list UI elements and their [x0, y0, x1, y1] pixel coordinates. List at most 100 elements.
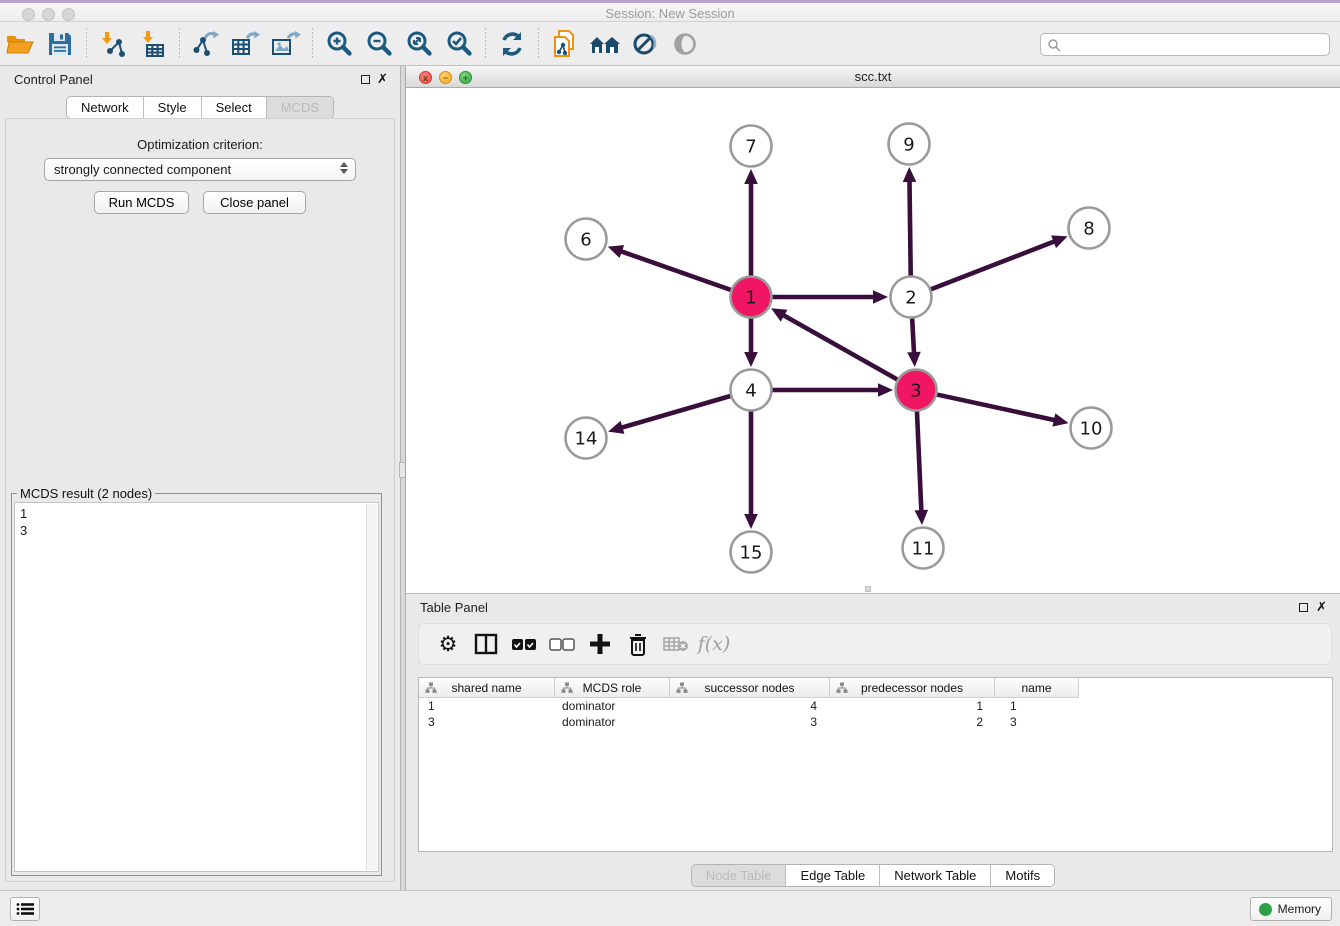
- zoom-selected-button[interactable]: [439, 25, 479, 63]
- network-window-titlebar[interactable]: x − + scc.txt: [406, 66, 1340, 88]
- table-row[interactable]: 1dominator411: [419, 698, 1332, 714]
- search-input[interactable]: [1065, 35, 1329, 54]
- close-table-panel-icon[interactable]: ✗: [1316, 599, 1327, 615]
- zoom-in-button[interactable]: [319, 25, 359, 63]
- select-all-button[interactable]: [505, 629, 543, 659]
- table-settings-button[interactable]: ⚙: [429, 629, 467, 659]
- zoom-fit-icon: [405, 30, 433, 58]
- close-panel-button[interactable]: Close panel: [203, 191, 306, 214]
- status-bar: Memory: [0, 890, 1340, 926]
- table-cell[interactable]: 1: [830, 698, 995, 714]
- list-icon: [16, 902, 34, 916]
- zoom-out-icon: [365, 30, 393, 58]
- toggle-graphics-details-button[interactable]: [625, 25, 665, 63]
- graph-node-label: 6: [580, 229, 591, 250]
- network-view-window: x − + scc.txt 7968124314101511: [405, 66, 1340, 593]
- home-button[interactable]: [585, 25, 625, 63]
- graph-node-label: 7: [745, 136, 756, 157]
- delete-table-button[interactable]: [657, 629, 695, 659]
- graph-arrowhead: [744, 352, 758, 367]
- export-network-button[interactable]: [186, 25, 226, 63]
- graph-arrowhead: [1051, 235, 1067, 248]
- column-header-predecessor-nodes[interactable]: predecessor nodes: [830, 678, 995, 698]
- toolbar-separator: [312, 28, 313, 60]
- column-label: MCDS role: [583, 681, 642, 695]
- export-table-button[interactable]: [226, 25, 266, 63]
- tab-network[interactable]: Network: [67, 97, 144, 118]
- table-cell[interactable]: 3: [419, 714, 555, 730]
- import-table-button[interactable]: [133, 25, 173, 63]
- save-icon: [47, 31, 73, 57]
- show-hide-panel-button[interactable]: [665, 25, 705, 63]
- table-cell[interactable]: 1: [995, 698, 1079, 714]
- hierarchy-icon: [425, 682, 437, 694]
- graph-arrowhead: [608, 245, 624, 258]
- delete-column-button[interactable]: [619, 629, 657, 659]
- deselect-all-button[interactable]: [543, 629, 581, 659]
- checked-boxes-icon: [511, 638, 537, 651]
- save-session-button[interactable]: [40, 25, 80, 63]
- import-network-button[interactable]: [93, 25, 133, 63]
- graph-node-label: 15: [740, 542, 763, 563]
- table-row[interactable]: 3dominator323: [419, 714, 1332, 730]
- table-cell[interactable]: 1: [419, 698, 555, 714]
- column-label: shared name: [451, 681, 521, 695]
- zoom-fit-button[interactable]: [399, 25, 439, 63]
- graph-edge-2-8[interactable]: [931, 241, 1055, 289]
- graph-edge-3-1[interactable]: [782, 315, 897, 380]
- export-image-button[interactable]: [266, 25, 306, 63]
- network-graph[interactable]: 7968124314101511: [406, 88, 1340, 591]
- graph-edge-3-10[interactable]: [937, 395, 1056, 421]
- table-cell[interactable]: dominator: [555, 698, 670, 714]
- table-cell[interactable]: 4: [670, 698, 830, 714]
- column-header-MCDS-role[interactable]: MCDS role: [555, 678, 670, 698]
- graph-edge-4-14[interactable]: [621, 396, 731, 428]
- run-mcds-button[interactable]: Run MCDS: [94, 191, 189, 214]
- table-toolbar: ⚙: [418, 623, 1332, 665]
- graph-edge-2-3[interactable]: [912, 318, 914, 354]
- function-builder-button[interactable]: f(x): [695, 629, 733, 659]
- plus-icon: [589, 633, 611, 655]
- optimization-criterion-dropdown[interactable]: strongly connected component: [44, 158, 356, 181]
- column-header-successor-nodes[interactable]: successor nodes: [670, 678, 830, 698]
- tab-edge-table[interactable]: Edge Table: [786, 865, 880, 886]
- column-header-name[interactable]: name: [995, 678, 1079, 698]
- apply-layout-button[interactable]: [492, 25, 532, 63]
- split-columns-button[interactable]: [467, 629, 505, 659]
- task-history-button[interactable]: [10, 897, 40, 921]
- tab-select[interactable]: Select: [202, 97, 267, 118]
- tab-motifs[interactable]: Motifs: [991, 865, 1054, 886]
- tab-node-table[interactable]: Node Table: [692, 865, 787, 886]
- export-image-icon: [271, 30, 301, 58]
- network-canvas[interactable]: 7968124314101511: [406, 88, 1340, 591]
- graph-arrowhead: [873, 290, 888, 304]
- add-column-button[interactable]: [581, 629, 619, 659]
- memory-button[interactable]: Memory: [1250, 897, 1332, 921]
- window-title: Session: New Session: [0, 6, 1340, 21]
- mcds-result-area[interactable]: 1 3: [14, 502, 379, 872]
- tab-network-table[interactable]: Network Table: [880, 865, 991, 886]
- tab-style[interactable]: Style: [144, 97, 202, 118]
- tab-mcds[interactable]: MCDS: [267, 97, 333, 118]
- graphics-details-icon: [631, 30, 659, 58]
- column-header-shared-name[interactable]: shared name: [419, 678, 555, 698]
- mcds-result-box: MCDS result (2 nodes) 1 3: [11, 486, 382, 876]
- close-panel-icon[interactable]: ✗: [377, 71, 388, 87]
- mcds-scrollbar[interactable]: [366, 504, 377, 870]
- float-table-panel-icon[interactable]: [1299, 603, 1308, 612]
- table-cell[interactable]: 3: [995, 714, 1079, 730]
- graph-edge-1-6[interactable]: [620, 251, 731, 290]
- table-cell[interactable]: 3: [670, 714, 830, 730]
- graph-edge-2-9[interactable]: [909, 180, 910, 276]
- zoom-out-button[interactable]: [359, 25, 399, 63]
- table-cell[interactable]: dominator: [555, 714, 670, 730]
- search-icon: [1047, 38, 1061, 52]
- graph-edge-3-11[interactable]: [917, 411, 921, 512]
- graph-node-label: 10: [1080, 418, 1103, 439]
- float-panel-icon[interactable]: [361, 75, 370, 84]
- search-field: [1040, 33, 1330, 56]
- table-cell[interactable]: 2: [830, 714, 995, 730]
- canvas-resize-grip[interactable]: [865, 586, 871, 592]
- duplicate-network-button[interactable]: [545, 25, 585, 63]
- open-session-button[interactable]: [0, 25, 40, 63]
